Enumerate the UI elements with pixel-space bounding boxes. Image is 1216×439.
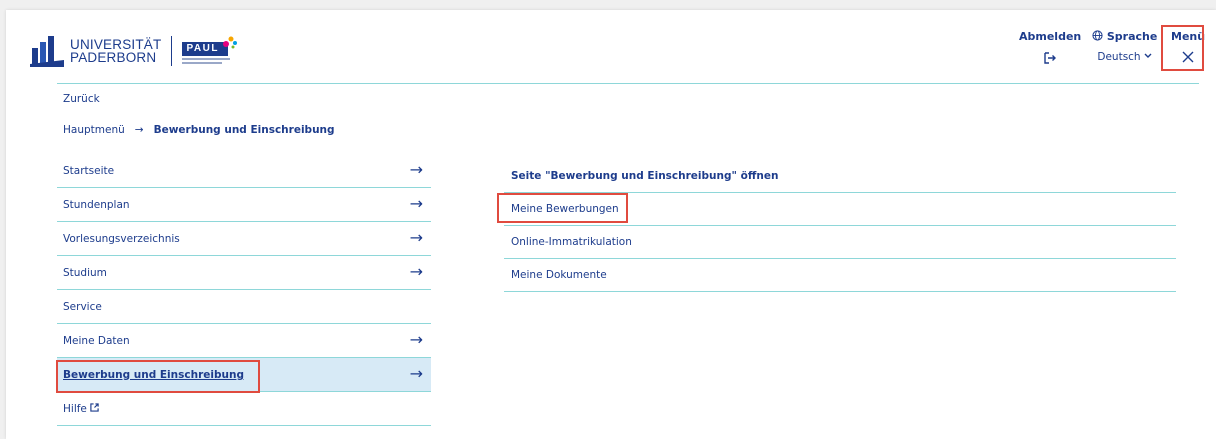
menu-item-highlight-box [56, 360, 260, 393]
header-divider [57, 83, 1199, 84]
language-label: Sprache [1106, 30, 1158, 43]
breadcrumb-root[interactable]: Hauptmenü [63, 124, 125, 136]
open-page-link[interactable]: Seite "Bewerbung und Einschreibung" öffn… [504, 160, 1176, 193]
menu-item-label: Meine Daten [63, 334, 130, 347]
chevron-down-icon [1144, 51, 1152, 63]
menu-item-label: Stundenplan [63, 198, 130, 211]
arrow-right-icon: → [409, 330, 423, 349]
menu-item-label: Startseite [63, 164, 115, 177]
arrow-right-icon: → [409, 194, 423, 213]
arrow-right-icon: → [409, 228, 423, 247]
menu-highlight-box [1161, 25, 1204, 71]
arrow-right-icon: → [409, 364, 423, 383]
language-selector[interactable]: Sprache Deutsch [1092, 30, 1157, 63]
logout-icon [1019, 51, 1081, 68]
university-logo-mark-icon [30, 34, 64, 68]
menu-item-label: Hilfe [63, 402, 87, 415]
menu-item-label: Studium [63, 266, 107, 279]
paul-splash-icon [223, 36, 238, 49]
breadcrumb: Hauptmenü → Bewerbung und Einschreibung [63, 124, 335, 136]
external-link-icon [90, 402, 99, 415]
menu-item-stundenplan[interactable]: Stundenplan → [57, 188, 431, 222]
university-name-line2: PADERBORN [70, 50, 157, 65]
breadcrumb-arrow-icon: → [134, 124, 144, 136]
menu-item-label: Vorlesungsverzeichnis [63, 232, 180, 245]
language-heading: Sprache [1092, 30, 1157, 43]
language-dropdown[interactable]: Deutsch [1092, 51, 1157, 63]
paul-tagline-line [182, 62, 223, 64]
menu-item-vorlesungsverzeichnis[interactable]: Vorlesungsverzeichnis → [57, 222, 431, 256]
arrow-right-icon: → [409, 160, 423, 179]
logout-label: Abmelden [1019, 30, 1082, 43]
page: UNIVERSITÄT PADERBORN PAUL Abmelden Spra… [6, 10, 1216, 439]
logo-divider [171, 36, 173, 66]
language-value: Deutsch [1097, 51, 1141, 63]
menu-item-label: Service [63, 300, 102, 313]
arrow-right-icon: → [409, 262, 423, 281]
menu-item-meine-daten[interactable]: Meine Daten → [57, 324, 431, 358]
paul-logo: PAUL [182, 35, 238, 67]
university-name: UNIVERSITÄT PADERBORN [70, 38, 161, 65]
menu-item-studium[interactable]: Studium → [57, 256, 431, 290]
submenu-item-online-immatrikulation[interactable]: Online-Immatrikulation [504, 226, 1176, 259]
breadcrumb-current: Bewerbung und Einschreibung [153, 124, 335, 136]
menu-item-startseite[interactable]: Startseite → [57, 154, 431, 188]
paul-tagline-line [182, 58, 231, 60]
submenu: Seite "Bewerbung und Einschreibung" öffn… [504, 160, 1176, 292]
logout-button[interactable]: Abmelden [1019, 30, 1081, 68]
submenu-item-meine-dokumente[interactable]: Meine Dokumente [504, 259, 1176, 292]
menu-item-service[interactable]: Service [57, 290, 431, 324]
submenu-item-highlight-box [497, 193, 628, 223]
menu-item-hilfe[interactable]: Hilfe [57, 392, 431, 426]
university-logo[interactable]: UNIVERSITÄT PADERBORN PAUL [30, 34, 238, 68]
globe-icon [1092, 30, 1103, 43]
back-link[interactable]: Zurück [63, 93, 100, 105]
